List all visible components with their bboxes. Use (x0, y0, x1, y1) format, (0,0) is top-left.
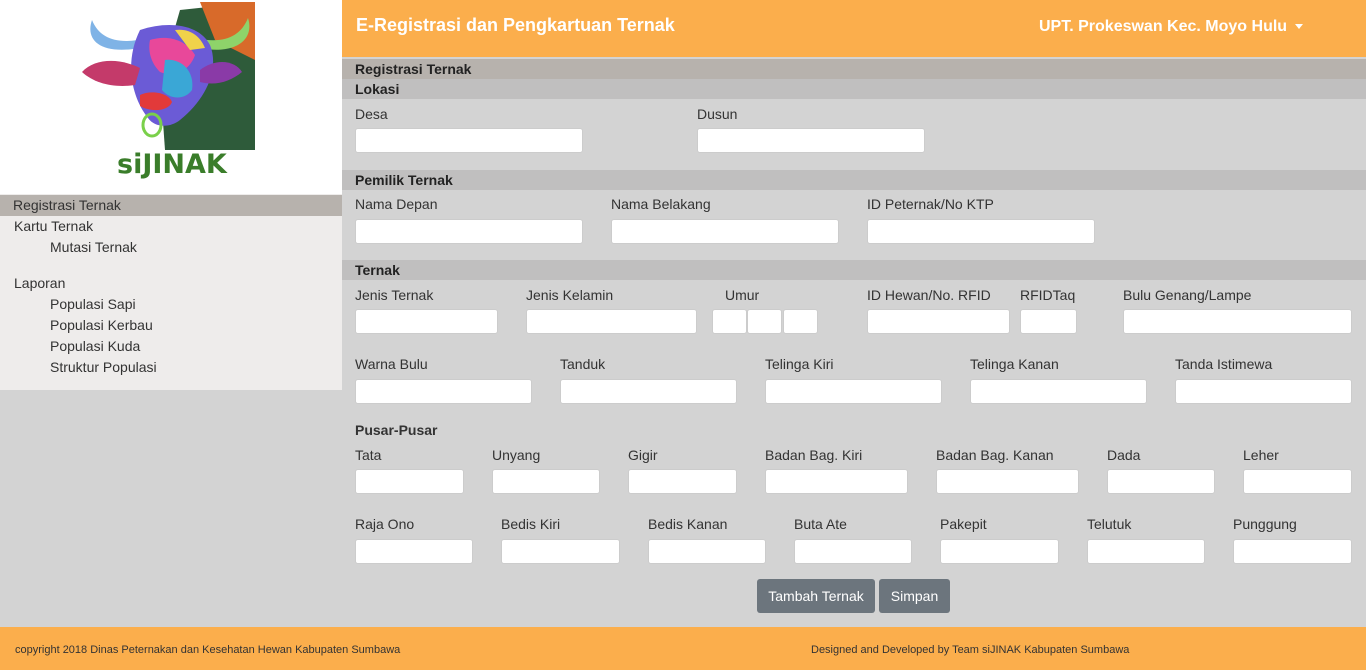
tanduk-label: Tanduk (560, 356, 606, 372)
telinga-kanan-input[interactable] (970, 379, 1147, 404)
sidebar-item-registrasi-ternak[interactable]: Registrasi Ternak (0, 195, 342, 216)
pakepit-input[interactable] (940, 539, 1059, 564)
logo-text: siJINAK (117, 149, 228, 180)
rfidtaq-label: RFIDTaq (1020, 287, 1076, 303)
dada-input[interactable] (1107, 469, 1215, 494)
id-hewan-input[interactable] (867, 309, 1010, 334)
pakepit-label: Pakepit (940, 516, 987, 532)
tata-label: Tata (355, 447, 382, 463)
gigir-input[interactable] (628, 469, 737, 494)
badan-kanan-input[interactable] (936, 469, 1079, 494)
umur-label: Umur (725, 287, 760, 303)
section-lokasi: Lokasi (342, 79, 1366, 99)
footer: copyright 2018 Dinas Peternakan dan Kese… (0, 627, 1366, 670)
gigir-label: Gigir (628, 447, 658, 463)
sidebar-item-kartu-ternak[interactable]: Kartu Ternak (14, 216, 93, 237)
chevron-down-icon (1295, 24, 1304, 30)
bedis-kanan-label: Bedis Kanan (648, 516, 728, 532)
umur-month-input[interactable] (747, 309, 782, 334)
badan-kiri-label: Badan Bag. Kiri (765, 447, 863, 463)
nama-belakang-input[interactable] (611, 219, 839, 244)
badan-kanan-label: Badan Bag. Kanan (936, 447, 1054, 463)
user-name: UPT. Prokeswan Kec. Moyo Hulu (1039, 18, 1288, 35)
leher-input[interactable] (1243, 469, 1352, 494)
tanduk-input[interactable] (560, 379, 737, 404)
jenis-ternak-input[interactable] (355, 309, 498, 334)
id-hewan-label: ID Hewan/No. RFID (867, 287, 991, 303)
form-title: Registrasi Ternak (342, 59, 1366, 79)
raja-ono-label: Raja Ono (355, 516, 415, 532)
telutuk-input[interactable] (1087, 539, 1205, 564)
buta-ate-label: Buta Ate (794, 516, 847, 532)
top-bar: E-Registrasi dan Pengkartuan Ternak UPT.… (342, 0, 1366, 57)
id-peternak-label: ID Peternak/No KTP (867, 196, 994, 212)
dusun-input[interactable] (697, 128, 925, 153)
punggung-input[interactable] (1233, 539, 1352, 564)
user-dropdown[interactable]: UPT. Prokeswan Kec. Moyo Hulu (1039, 18, 1304, 36)
nama-depan-label: Nama Depan (355, 196, 438, 212)
tata-input[interactable] (355, 469, 464, 494)
jenis-kelamin-label: Jenis Kelamin (526, 287, 614, 303)
dusun-label: Dusun (697, 106, 738, 122)
telinga-kiri-label: Telinga Kiri (765, 356, 834, 372)
tambah-ternak-button[interactable]: Tambah Ternak (757, 579, 875, 613)
buffalo-logo-icon: siJINAK (82, 2, 255, 180)
umur-day-input[interactable] (783, 309, 818, 334)
buta-ate-input[interactable] (794, 539, 912, 564)
bedis-kanan-input[interactable] (648, 539, 766, 564)
jenis-ternak-label: Jenis Ternak (355, 287, 434, 303)
bedis-kiri-input[interactable] (501, 539, 620, 564)
footer-copyright: copyright 2018 Dinas Peternakan dan Kese… (15, 644, 401, 656)
registration-form: Registrasi Ternak Lokasi Desa Dusun Pemi… (342, 57, 1366, 627)
nama-depan-input[interactable] (355, 219, 583, 244)
bedis-kiri-label: Bedis Kiri (501, 516, 561, 532)
sidebar-item-populasi-kerbau[interactable]: Populasi Kerbau (50, 315, 153, 336)
telutuk-label: Telutuk (1087, 516, 1132, 532)
sidebar: siJINAK Registrasi Ternak Kartu Ternak M… (0, 0, 342, 627)
bulu-genang-label: Bulu Genang/Lampe (1123, 287, 1252, 303)
sidebar-item-struktur-populasi[interactable]: Struktur Populasi (50, 357, 157, 378)
rfidtaq-input[interactable] (1020, 309, 1077, 334)
sidebar-item-mutasi-ternak[interactable]: Mutasi Ternak (50, 237, 137, 258)
warna-bulu-label: Warna Bulu (355, 356, 428, 372)
section-pemilik: Pemilik Ternak (342, 170, 1366, 190)
dada-label: Dada (1107, 447, 1141, 463)
unyang-input[interactable] (492, 469, 600, 494)
sidebar-item-populasi-kuda[interactable]: Populasi Kuda (50, 336, 140, 357)
telinga-kiri-input[interactable] (765, 379, 942, 404)
footer-credit: Designed and Developed by Team siJINAK K… (811, 644, 1130, 656)
simpan-button[interactable]: Simpan (879, 579, 950, 613)
warna-bulu-input[interactable] (355, 379, 532, 404)
sidebar-menu: Registrasi Ternak Kartu Ternak Mutasi Te… (0, 194, 342, 390)
unyang-label: Unyang (492, 447, 541, 463)
leher-label: Leher (1243, 447, 1279, 463)
raja-ono-input[interactable] (355, 539, 473, 564)
section-ternak: Ternak (342, 260, 1366, 280)
bulu-genang-input[interactable] (1123, 309, 1352, 334)
punggung-label: Punggung (1233, 516, 1297, 532)
tanda-istimewa-label: Tanda Istimewa (1175, 356, 1273, 372)
sidebar-item-populasi-sapi[interactable]: Populasi Sapi (50, 294, 136, 315)
umur-year-input[interactable] (712, 309, 747, 334)
nama-belakang-label: Nama Belakang (611, 196, 711, 212)
logo-area: siJINAK (0, 0, 342, 194)
desa-input[interactable] (355, 128, 583, 153)
tanda-istimewa-input[interactable] (1175, 379, 1352, 404)
desa-label: Desa (355, 106, 388, 122)
telinga-kanan-label: Telinga Kanan (970, 356, 1059, 372)
id-peternak-input[interactable] (867, 219, 1095, 244)
jenis-kelamin-input[interactable] (526, 309, 697, 334)
sidebar-item-laporan[interactable]: Laporan (14, 273, 65, 294)
app-title: E-Registrasi dan Pengkartuan Ternak (356, 15, 675, 35)
pusar-heading: Pusar-Pusar (355, 422, 438, 438)
badan-kiri-input[interactable] (765, 469, 908, 494)
